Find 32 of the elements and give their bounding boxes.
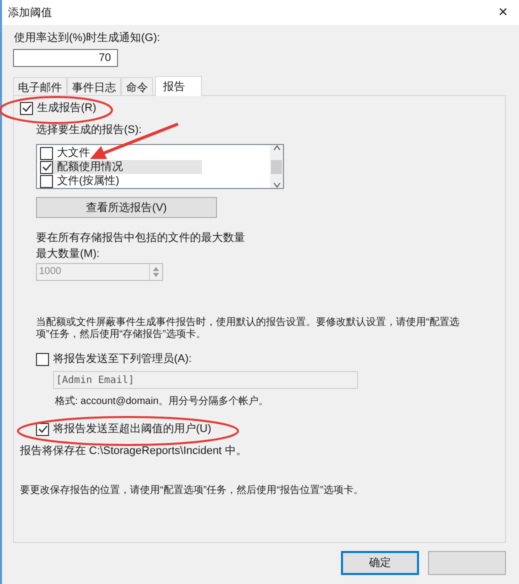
list-item[interactable]: 大文件 bbox=[40, 146, 202, 160]
tab[interactable]: 报告 bbox=[155, 76, 202, 96]
tab[interactable]: 电子邮件 bbox=[13, 77, 67, 95]
instruction-text: 要更改保存报告的位置，请使用“配置选项”任务，然后使用“报告位置”选项卡。 bbox=[20, 484, 364, 498]
dialog-button[interactable]: 确定 bbox=[341, 551, 419, 575]
save-location-text: 报告将保存在 C:\StorageReports\Incident 中。 bbox=[20, 444, 248, 458]
window-title: 添加阈值 bbox=[8, 6, 52, 20]
field-label: 选择要生成的报告(S): bbox=[36, 123, 143, 137]
scroll-down-icon[interactable] bbox=[272, 182, 280, 188]
note-text: 当配额或文件屏蔽事件生成事件报告时，使用默认的报告设置。要修改默认设置，请使用“配置选项”任务，然后使用“存储报告”选项卡。 bbox=[36, 317, 460, 341]
tab[interactable]: 事件日志 bbox=[67, 77, 121, 95]
format-hint: 格式: account@domain。用分号分隔多个帐户。 bbox=[55, 395, 270, 409]
input-field[interactable]: 70 bbox=[13, 49, 118, 67]
view-reports-button[interactable]: 查看所选报告(V) bbox=[36, 197, 217, 218]
checkbox-label[interactable]: 将报告发送至下列管理员(A): bbox=[53, 352, 192, 366]
tab[interactable]: 命令 bbox=[121, 77, 153, 95]
list-item[interactable]: 文件(按属性) bbox=[40, 174, 202, 188]
description-text: 要在所有存储报告中包括的文件的最大数量 bbox=[36, 231, 246, 245]
list-item[interactable]: 配额使用情况 bbox=[40, 160, 202, 174]
checkbox[interactable] bbox=[40, 160, 53, 174]
checkbox[interactable] bbox=[40, 174, 53, 188]
checkbox[interactable] bbox=[20, 102, 33, 114]
field-label: 最大数量(M): bbox=[36, 247, 101, 261]
field-label: 使用率达到(%)时生成通知(G): bbox=[14, 31, 162, 45]
checkbox[interactable] bbox=[36, 352, 49, 366]
checkbox-label[interactable]: 将报告发送至超出阈值的用户(U) bbox=[53, 422, 212, 436]
checkbox[interactable] bbox=[40, 146, 53, 160]
scroll-up-icon[interactable] bbox=[272, 145, 280, 151]
close-button[interactable]: × bbox=[493, 4, 513, 20]
checkbox-label[interactable]: 生成报告(R) bbox=[37, 101, 96, 115]
scrollbar[interactable] bbox=[270, 145, 283, 188]
checkbox[interactable] bbox=[36, 422, 49, 436]
